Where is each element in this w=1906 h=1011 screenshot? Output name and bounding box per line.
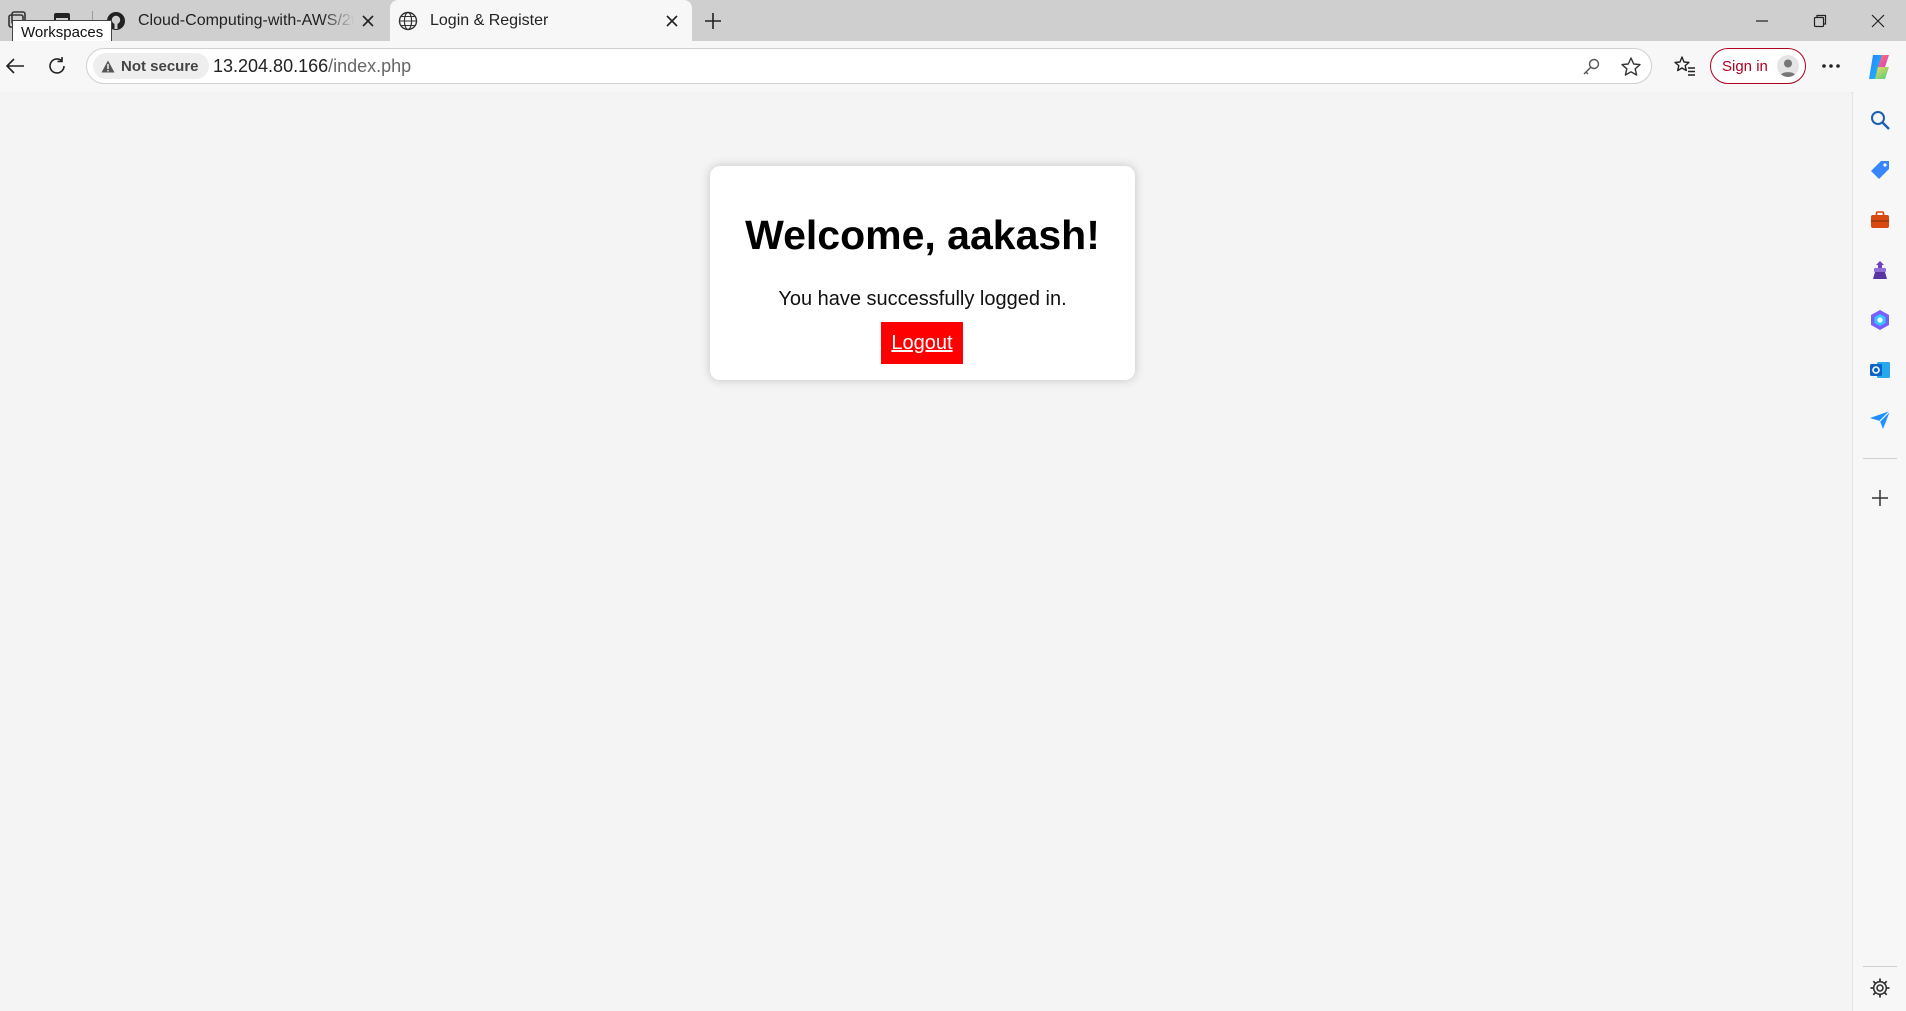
back-button[interactable]: [0, 51, 30, 81]
tools-briefcase-icon[interactable]: [1866, 206, 1894, 234]
url-host: 13.204.80.166: [213, 56, 329, 76]
search-icon[interactable]: [1866, 106, 1894, 134]
new-tab-button[interactable]: [700, 8, 726, 34]
close-tab-icon[interactable]: [658, 7, 686, 35]
shopping-tag-icon[interactable]: [1866, 156, 1894, 184]
add-sidebar-app-button[interactable]: [1866, 484, 1894, 512]
favorite-star-icon[interactable]: [1619, 55, 1643, 79]
warning-icon: [101, 60, 115, 72]
tab-github[interactable]: Cloud-Computing-with-AWS/2tier: [98, 0, 388, 41]
favorites-list-icon: [1674, 56, 1695, 76]
globe-icon: [398, 11, 418, 31]
outlook-icon[interactable]: [1866, 356, 1894, 384]
plus-icon: [705, 13, 721, 29]
security-label: Not secure: [121, 57, 199, 75]
sidebar-divider: [1863, 458, 1897, 459]
tab-strip: Cloud-Computing-with-AWS/2tier Login & R…: [0, 0, 1906, 45]
microsoft-365-icon[interactable]: [1866, 306, 1894, 334]
security-indicator[interactable]: Not secure: [93, 53, 209, 79]
games-icon[interactable]: [1866, 256, 1894, 284]
welcome-card: Welcome, aakash! You have successfully l…: [710, 166, 1135, 380]
sign-in-label: Sign in: [1722, 57, 1768, 75]
minimize-icon: [1756, 19, 1768, 22]
web-page-content: Welcome, aakash! You have successfully l…: [0, 92, 1851, 1011]
sign-in-button[interactable]: Sign in: [1710, 48, 1806, 84]
restore-icon: [1813, 14, 1827, 27]
plus-icon: [1872, 490, 1888, 506]
minimize-button[interactable]: [1734, 0, 1790, 41]
address-bar[interactable]: Not secure 13.204.80.166/index.php: [86, 48, 1652, 84]
tab-login-register[interactable]: Login & Register: [390, 0, 692, 41]
password-key-icon[interactable]: [1579, 55, 1603, 79]
close-icon: [1871, 14, 1885, 27]
url-text[interactable]: 13.204.80.166/index.php: [213, 56, 411, 77]
url-path: /index.php: [328, 56, 412, 76]
tab-title: Login & Register: [430, 11, 549, 29]
gear-icon[interactable]: [1866, 974, 1894, 1002]
welcome-heading: Welcome, aakash!: [745, 212, 1100, 258]
close-window-button[interactable]: [1850, 0, 1906, 41]
ellipsis-icon: [1822, 64, 1840, 68]
refresh-button[interactable]: [42, 51, 72, 81]
tab-title: Cloud-Computing-with-AWS/2tier: [138, 11, 354, 29]
restore-button[interactable]: [1792, 0, 1848, 41]
browser-toolbar: Not secure 13.204.80.166/index.php Sign …: [0, 41, 1906, 93]
sidebar-divider: [1863, 966, 1897, 967]
logout-button[interactable]: Logout: [881, 322, 963, 364]
avatar-icon: [1777, 55, 1799, 77]
close-tab-icon[interactable]: [354, 7, 382, 35]
favorites-button[interactable]: [1670, 51, 1700, 81]
refresh-icon: [49, 57, 65, 74]
success-message: You have successfully logged in.: [778, 288, 1067, 310]
edge-sidebar: [1852, 92, 1906, 1011]
send-icon[interactable]: [1866, 406, 1894, 434]
copilot-icon[interactable]: [1864, 52, 1894, 82]
back-arrow-icon: [5, 58, 24, 74]
more-options-button[interactable]: [1816, 51, 1846, 81]
